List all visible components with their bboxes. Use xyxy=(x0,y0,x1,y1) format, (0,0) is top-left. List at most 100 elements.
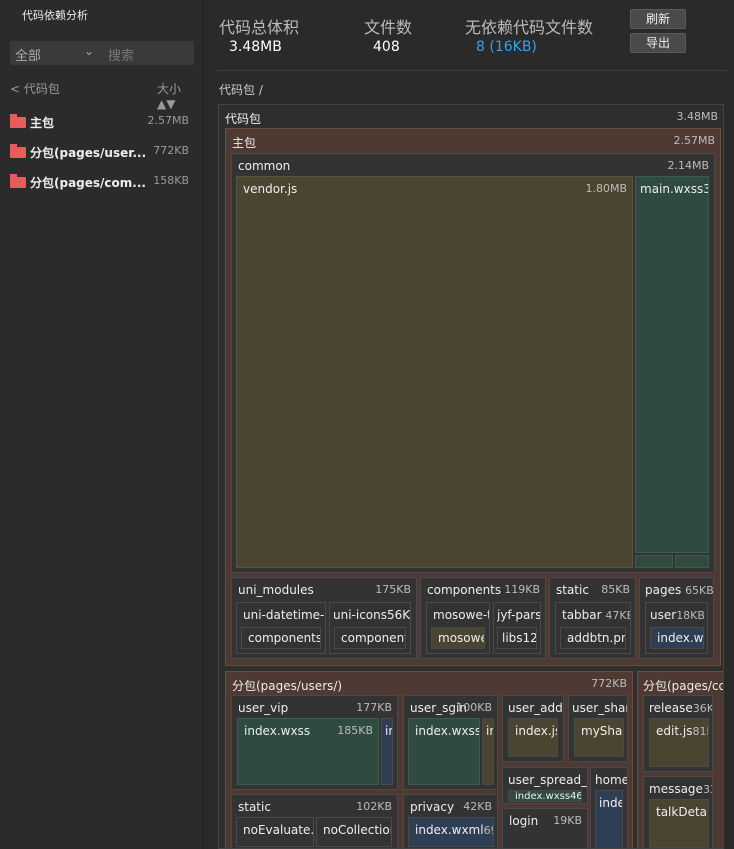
node-label: login xyxy=(509,814,539,828)
treemap-main-wxss[interactable]: main.wxss33 xyxy=(635,176,709,553)
treemap-node[interactable]: talkDetail. xyxy=(649,799,709,848)
sidebar-item-sub2[interactable]: 分包(pages/com... 158KB xyxy=(10,171,195,195)
unused-files-link[interactable]: 8 (16KB) xyxy=(476,39,537,55)
node-label: user_share xyxy=(572,701,627,715)
treemap-login[interactable]: login 19KB xyxy=(502,808,588,848)
node-label: index.wx xyxy=(657,631,704,645)
node-label: index.wxss46 xyxy=(515,791,582,802)
filter-select[interactable]: 全部 xyxy=(15,45,41,64)
search-input[interactable]: 搜索 xyxy=(108,45,134,64)
treemap-subpackage-users[interactable]: 分包(pages/users/) 772KB user_vip 177KB in… xyxy=(225,671,633,848)
treemap-user-address[interactable]: user_addre index.js5 xyxy=(502,695,564,762)
node-size: 19KB xyxy=(553,814,582,827)
sidebar-item-size: 772KB xyxy=(153,144,189,157)
refresh-button[interactable]: 刷新 xyxy=(630,9,686,29)
node-label: main.wxss33 xyxy=(640,182,708,196)
treemap-node[interactable]: inde xyxy=(595,790,623,848)
treemap-root[interactable]: 代码包 3.48MB 主包 2.57MB common 2.14MB vendo… xyxy=(218,104,724,849)
treemap-node[interactable]: addbtn.png xyxy=(560,627,626,649)
node-size: 100KB xyxy=(456,701,492,714)
node-label: edit.js81K xyxy=(656,724,708,738)
treemap-node[interactable]: libs12 xyxy=(497,627,537,649)
sidebar-item-size: 158KB xyxy=(153,174,189,187)
node-label: ir xyxy=(385,724,393,738)
export-button[interactable]: 导出 xyxy=(630,33,686,53)
node-label: components xyxy=(427,583,502,597)
treemap-privacy[interactable]: privacy 42KB index.wxml69KI xyxy=(403,794,498,848)
node-label: 分包(pages/users/) xyxy=(232,679,343,693)
total-size-value: 3.48MB xyxy=(229,39,282,55)
node-size: 119KB xyxy=(504,583,540,596)
treemap-node[interactable]: index.wxml69KI xyxy=(408,817,494,847)
treemap-vendor-js[interactable]: vendor.js 1.80MB xyxy=(236,176,633,568)
treemap-subpackage-com[interactable]: 分包(pages/co release36KB edit.js81K messa… xyxy=(637,671,723,848)
treemap-node[interactable]: index.wxss46 xyxy=(508,790,582,802)
treemap-uni-datetime[interactable]: uni-datetime-pi components6 xyxy=(236,602,326,654)
folder-icon xyxy=(10,114,26,128)
treemap-static-2[interactable]: static 102KB noEvaluate.pr noCollection.… xyxy=(231,794,398,848)
unused-files-label: 无依赖代码文件数 xyxy=(465,18,594,37)
treemap-tabbar[interactable]: tabbar 47KB addbtn.png xyxy=(555,602,631,654)
treemap-message[interactable]: message33K talkDetail. xyxy=(643,776,713,848)
node-label: noEvaluate.pr xyxy=(243,823,314,837)
node-label: user_vip xyxy=(238,701,289,715)
treemap-node[interactable]: components6 xyxy=(241,627,321,649)
node-size: 2.14MB xyxy=(667,159,709,172)
treemap-node[interactable]: mosowe xyxy=(431,627,485,649)
node-size: 177KB xyxy=(356,701,392,714)
treemap-uni-icons[interactable]: uni-icons56KB components xyxy=(329,602,411,654)
treemap-uni-modules[interactable]: uni_modules 175KB uni-datetime-pi compon… xyxy=(231,577,417,659)
treemap-main-package[interactable]: 主包 2.57MB common 2.14MB vendor.js 1.80MB… xyxy=(225,128,721,666)
node-label: uni-datetime-pi xyxy=(243,608,325,622)
treemap-small-file[interactable] xyxy=(635,555,673,568)
node-label: index.wxml69KI xyxy=(415,823,493,837)
sidebar-item-main[interactable]: 主包 2.57MB xyxy=(10,111,195,135)
treemap-user-share[interactable]: user_share myShare xyxy=(568,695,628,762)
treemap-node[interactable]: ir xyxy=(482,718,494,785)
treemap-node[interactable]: index.wx xyxy=(650,627,704,649)
node-size: 1.80MB xyxy=(585,182,627,195)
treemap-node[interactable]: noEvaluate.pr xyxy=(236,817,314,847)
treemap-release[interactable]: release36KB edit.js81K xyxy=(643,695,713,772)
sidebar-item-sub1[interactable]: 分包(pages/user... 772KB xyxy=(10,141,195,165)
treemap-mosowe[interactable]: mosowe-tc mosowe xyxy=(426,602,490,654)
treemap-node[interactable]: edit.js81K xyxy=(649,718,709,767)
back-to-packages[interactable]: < 代码包 xyxy=(10,80,60,97)
treemap-node[interactable]: index.wxss1( xyxy=(408,718,480,785)
treemap-home[interactable]: home inde xyxy=(590,767,628,848)
treemap-user[interactable]: user18KB index.wx xyxy=(645,602,708,654)
treemap-node[interactable]: ir xyxy=(381,718,393,785)
treemap-user-vip[interactable]: user_vip 177KB index.wxss 185KB ir xyxy=(231,695,398,790)
treemap-static[interactable]: static 85KB tabbar 47KB addbtn.png xyxy=(549,577,636,659)
treemap-jyf-parse[interactable]: jyf-parse libs12 xyxy=(493,602,541,654)
sort-by-size[interactable]: 大小 ▲▼ xyxy=(157,80,202,111)
treemap-node[interactable]: index.wxss 185KB xyxy=(237,718,379,785)
treemap-components[interactable]: components 119KB mosowe-tc mosowe jyf-pa… xyxy=(420,577,546,659)
panel-title: 代码依赖分析 xyxy=(22,9,88,22)
treemap-node[interactable]: components xyxy=(334,627,406,649)
chevron-down-icon[interactable]: ⌄ xyxy=(84,44,94,58)
treemap-node[interactable]: index.js5 xyxy=(508,718,558,757)
main-panel: 代码总体积 3.48MB 文件数 408 无依赖代码文件数 8 (16KB) 刷… xyxy=(203,0,734,849)
treemap-small-file[interactable] xyxy=(675,555,709,568)
treemap-node[interactable]: noCollection.p xyxy=(316,817,392,847)
treemap-node[interactable]: myShare xyxy=(574,718,624,757)
breadcrumb[interactable]: 代码包 / xyxy=(219,81,263,98)
file-count-label: 文件数 xyxy=(364,18,413,37)
node-label: myShare xyxy=(581,724,623,738)
node-size: 185KB xyxy=(337,724,373,737)
file-count-value: 408 xyxy=(373,39,400,55)
treemap-user-spread[interactable]: user_spread_us index.wxss46 xyxy=(502,767,588,804)
treemap-pages[interactable]: pages 65KB user18KB index.wx xyxy=(639,577,714,659)
node-size: 2.57MB xyxy=(673,134,715,147)
treemap-common[interactable]: common 2.14MB vendor.js 1.80MB main.wxss… xyxy=(231,153,715,573)
node-size: 85KB xyxy=(601,583,630,596)
node-label: home xyxy=(595,773,628,787)
node-label: tabbar 47KB xyxy=(562,608,630,622)
node-label: user_spread_us xyxy=(508,773,588,787)
node-size: 102KB xyxy=(356,800,392,813)
folder-icon xyxy=(10,174,26,188)
node-label: components6 xyxy=(248,631,320,645)
node-size: 3.48MB xyxy=(676,110,718,123)
treemap-user-sgin[interactable]: user_sgin 100KB index.wxss1( ir xyxy=(403,695,498,790)
